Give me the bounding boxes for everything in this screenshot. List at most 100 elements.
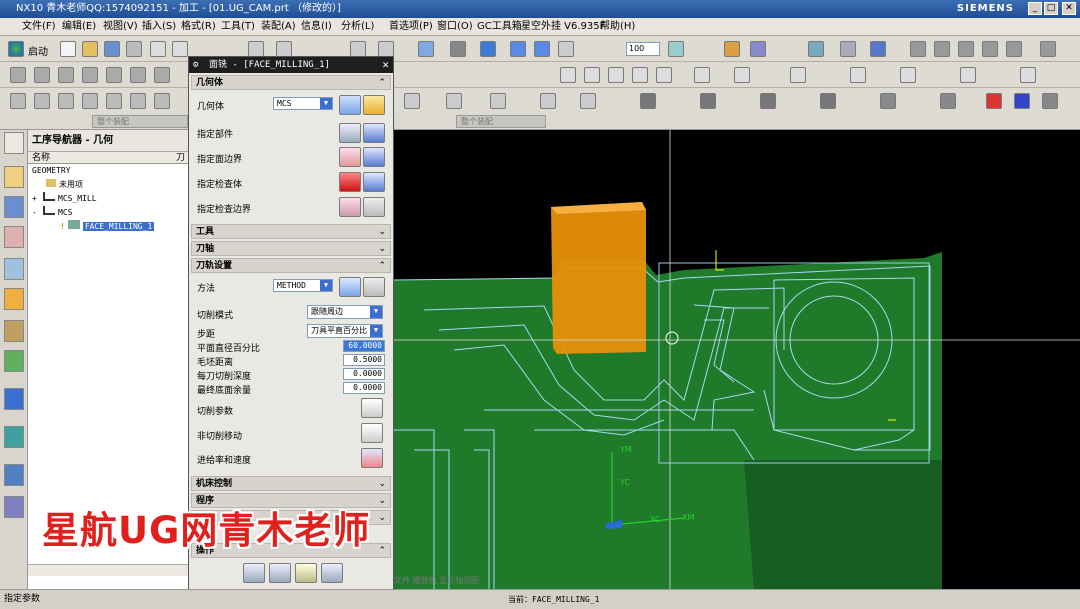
replay-button[interactable] — [269, 563, 291, 583]
menu-gc-toolkit[interactable]: GC工具箱 — [477, 18, 522, 36]
fillet-icon[interactable] — [656, 67, 672, 83]
text-icon[interactable] — [694, 67, 710, 83]
new-icon[interactable] — [60, 41, 76, 57]
arc-icon[interactable] — [584, 67, 600, 83]
view-iso-icon[interactable] — [534, 41, 550, 57]
stepover-select[interactable]: 刀具平直百分比 ▼ — [307, 324, 383, 338]
cam-icon-6[interactable] — [640, 93, 656, 109]
web-browser-icon[interactable] — [4, 388, 24, 410]
maximize-button[interactable]: □ — [1044, 2, 1058, 15]
show-check-body-button[interactable] — [363, 172, 385, 192]
section-tool-axis[interactable]: 刀轴 ⌄ — [191, 241, 391, 256]
filter-combo-2[interactable]: 整个装配 — [456, 115, 546, 128]
collapse-icon[interactable]: - — [32, 206, 40, 220]
menu-preferences[interactable]: 首选项(P) — [389, 18, 433, 36]
redo-icon[interactable] — [276, 41, 292, 57]
menu-insert[interactable]: 插入(S) — [142, 18, 176, 36]
undo-icon[interactable] — [248, 41, 264, 57]
start-label[interactable]: 启动 — [28, 43, 48, 58]
zoom-icon[interactable] — [378, 41, 394, 57]
cam-icon-2[interactable] — [446, 93, 462, 109]
show-face-boundary-button[interactable] — [363, 147, 385, 167]
cut-icon[interactable] — [150, 41, 166, 57]
clock-icon[interactable] — [4, 464, 24, 486]
tool-icon-c[interactable] — [750, 41, 766, 57]
method-select[interactable]: METHOD ▼ — [273, 279, 333, 292]
graphics-viewport[interactable]: YM YC XC XM 文件 播放机 正三轴测图 — [394, 130, 1080, 590]
solid-icon-2[interactable] — [934, 41, 950, 57]
tree-row-face-milling[interactable]: ! FACE_MILLING_1 — [28, 220, 189, 234]
shaded-icon[interactable] — [480, 41, 496, 57]
new-geometry-button[interactable] — [339, 95, 361, 115]
menu-file[interactable]: 文件(F) — [22, 18, 56, 36]
close-button[interactable]: ✕ — [1062, 2, 1076, 15]
start-icon[interactable] — [8, 41, 24, 57]
operation-nav-icon[interactable] — [4, 166, 24, 188]
view-orient-icon[interactable] — [510, 41, 526, 57]
select-part-button[interactable] — [339, 123, 361, 143]
solid-icon-1[interactable] — [910, 41, 926, 57]
tool-icon-b[interactable] — [724, 41, 740, 57]
tool-icon-e[interactable] — [840, 41, 856, 57]
menu-window[interactable]: 窗口(O) — [437, 18, 473, 36]
save-icon[interactable] — [104, 41, 120, 57]
cam-icon-13[interactable] — [1014, 93, 1030, 109]
tool-icon-d[interactable] — [808, 41, 824, 57]
select-face-boundary-button[interactable] — [339, 147, 361, 167]
depth-per-cut-input[interactable]: 0.0000 — [343, 368, 385, 380]
new-method-button[interactable] — [339, 277, 361, 297]
blend-icon[interactable] — [130, 67, 146, 83]
section-tool[interactable]: 工具 ⌄ — [191, 224, 391, 239]
zoom-combo[interactable]: 100 — [626, 42, 660, 56]
geometry-select[interactable]: MCS ▼ — [273, 97, 333, 110]
curve-icon-d[interactable] — [900, 67, 916, 83]
render-style-icon[interactable] — [450, 41, 466, 57]
cam-icon-11[interactable] — [940, 93, 956, 109]
menu-edit[interactable]: 编辑(E) — [62, 18, 96, 36]
snap-icon-4[interactable] — [82, 93, 98, 109]
snap-icon-6[interactable] — [130, 93, 146, 109]
final-floor-stock-input[interactable]: 0.0000 — [343, 382, 385, 394]
cam-icon-3[interactable] — [490, 93, 506, 109]
layer-icon[interactable] — [558, 41, 574, 57]
menu-assembly[interactable]: 装配(A) — [261, 18, 296, 36]
cam-icon-5[interactable] — [580, 93, 596, 109]
fit-icon[interactable] — [418, 41, 434, 57]
menu-tools[interactable]: 工具(T) — [221, 18, 255, 36]
line-icon[interactable] — [560, 67, 576, 83]
menu-format[interactable]: 格式(R) — [181, 18, 216, 36]
select-check-boundary-button[interactable] — [339, 197, 361, 217]
show-part-button[interactable] — [363, 123, 385, 143]
edit-method-button[interactable] — [363, 277, 385, 297]
revolve-icon[interactable] — [58, 67, 74, 83]
print-icon[interactable] — [126, 41, 142, 57]
menu-help[interactable]: 帮助(H) — [600, 18, 635, 36]
snap-icon-5[interactable] — [106, 93, 122, 109]
curve-icon-a[interactable] — [734, 67, 750, 83]
flat-diameter-input[interactable]: 60.0000 — [343, 340, 385, 352]
cut-pattern-select[interactable]: 跟随周边 ▼ — [307, 305, 383, 319]
rectangle-icon[interactable] — [632, 67, 648, 83]
cam-icon-8[interactable] — [760, 93, 776, 109]
part-nav-icon[interactable] — [4, 288, 24, 310]
measure-icon[interactable] — [350, 41, 366, 57]
generate-button[interactable] — [243, 563, 265, 583]
dialog-title-bar[interactable]: ⚙ 面铣 - [FACE_MILLING_1] ✕ — [189, 57, 393, 73]
tree-row-unused[interactable]: 未用项 — [28, 178, 189, 192]
cam-icon-1[interactable] — [404, 93, 420, 109]
solid-icon-3[interactable] — [958, 41, 974, 57]
close-icon[interactable]: ✕ — [382, 57, 389, 73]
solid-icon-4[interactable] — [982, 41, 998, 57]
snap-icon-7[interactable] — [154, 93, 170, 109]
cam-icon-12[interactable] — [986, 93, 1002, 109]
section-machine-control[interactable]: 机床控制 ⌄ — [191, 476, 391, 491]
cam-icon-14[interactable] — [1042, 93, 1058, 109]
history-icon[interactable] — [4, 426, 24, 448]
menu-analysis[interactable]: 分析(L) — [341, 18, 374, 36]
tool-nav-icon[interactable] — [4, 226, 24, 248]
menu-plugin[interactable]: 星空外挂 V6.935F — [521, 18, 605, 36]
roles-icon[interactable] — [4, 496, 24, 518]
section-path-settings[interactable]: 刀轨设置 ⌃ — [191, 258, 391, 273]
feeds-speeds-button[interactable] — [361, 448, 383, 468]
curve-icon-b[interactable] — [790, 67, 806, 83]
